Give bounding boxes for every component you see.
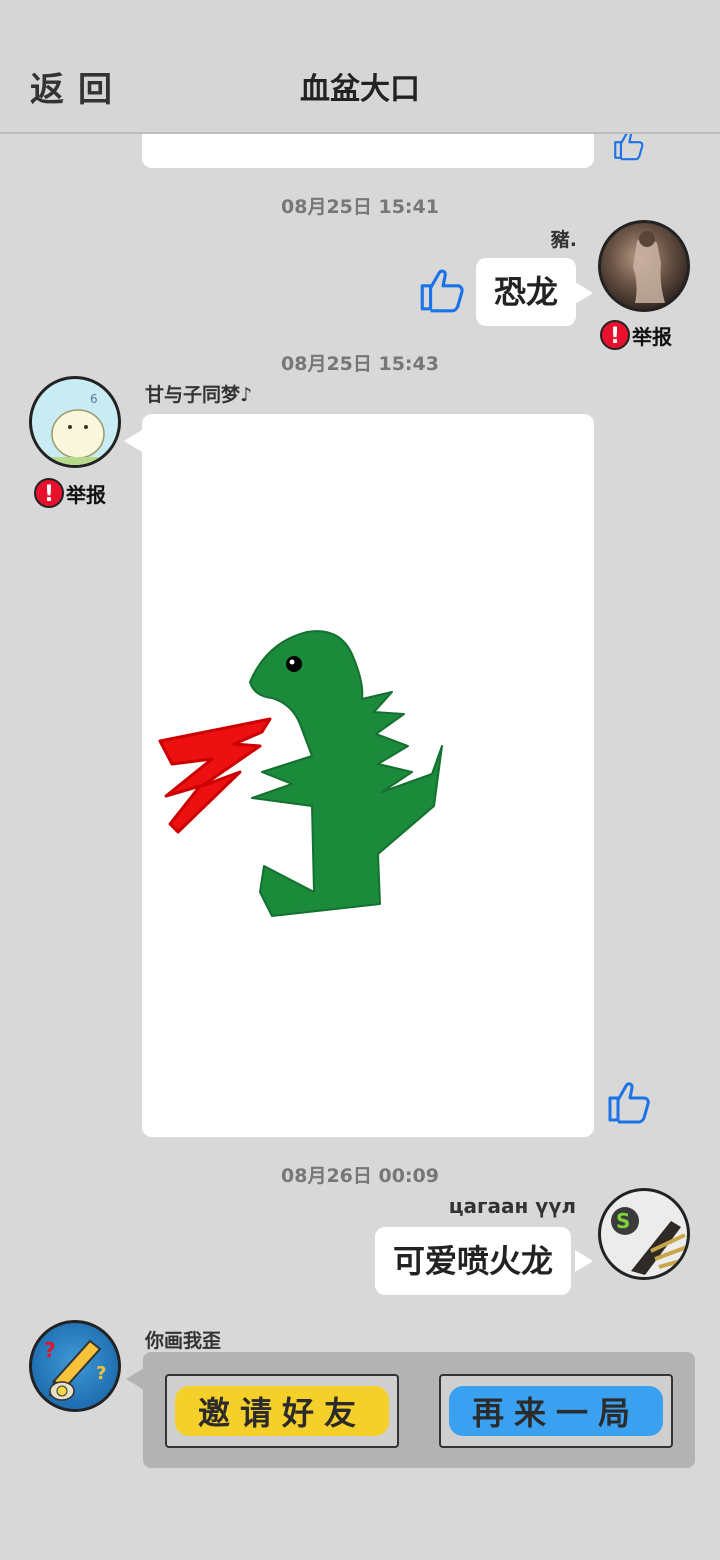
thumbs-up-icon[interactable] <box>416 264 466 316</box>
dinosaur-drawing <box>158 630 443 917</box>
sender-nickname: 豬. <box>550 229 577 251</box>
timestamp: 08月26日 00:09 <box>281 1165 439 1187</box>
svg-text:?: ? <box>44 1338 56 1362</box>
svg-text:?: ? <box>96 1363 106 1384</box>
play-again-button[interactable]: 再来一局 <box>439 1374 673 1448</box>
timestamp: 08月25日 15:43 <box>281 353 439 375</box>
page-title: 血盆大口 <box>300 72 420 107</box>
sender-nickname: 甘与子同梦♪ <box>145 384 253 406</box>
svg-text:6: 6 <box>90 392 98 406</box>
report-button[interactable]: ! 举报 <box>34 478 106 508</box>
sender-nickname: цагаан үүл <box>448 1194 576 1218</box>
avatar[interactable]: S <box>598 1188 690 1280</box>
avatar[interactable]: ? ? <box>29 1320 121 1412</box>
message-text: 可爱喷火龙 <box>393 1242 554 1280</box>
report-button[interactable]: ! 举报 <box>600 320 672 350</box>
avatar[interactable]: 6 <box>29 376 121 468</box>
warning-icon: ! <box>600 320 630 350</box>
message-text: 恐龙 <box>494 273 559 311</box>
invite-friend-button[interactable]: 邀请好友 <box>165 1374 399 1448</box>
timestamp: 08月25日 15:41 <box>281 196 439 218</box>
top-bar: 返回 血盆大口 <box>0 0 720 134</box>
warning-icon: ! <box>34 478 64 508</box>
avatar[interactable] <box>598 220 690 312</box>
bubble-tail <box>575 282 593 304</box>
message-bubble[interactable]: 恐龙 <box>476 258 577 326</box>
bubble-tail <box>575 1250 593 1272</box>
game-invite-card: 邀请好友 再来一局 <box>143 1352 695 1468</box>
bubble-tail <box>124 430 142 452</box>
bubble-tail <box>126 1368 144 1390</box>
thumbs-up-icon[interactable] <box>604 1076 652 1128</box>
svg-text:S: S <box>616 1209 630 1233</box>
drawing-bubble[interactable] <box>142 414 594 1137</box>
sender-nickname: 你画我歪 <box>145 1330 222 1352</box>
message-bubble[interactable]: 可爱喷火龙 <box>375 1227 572 1295</box>
